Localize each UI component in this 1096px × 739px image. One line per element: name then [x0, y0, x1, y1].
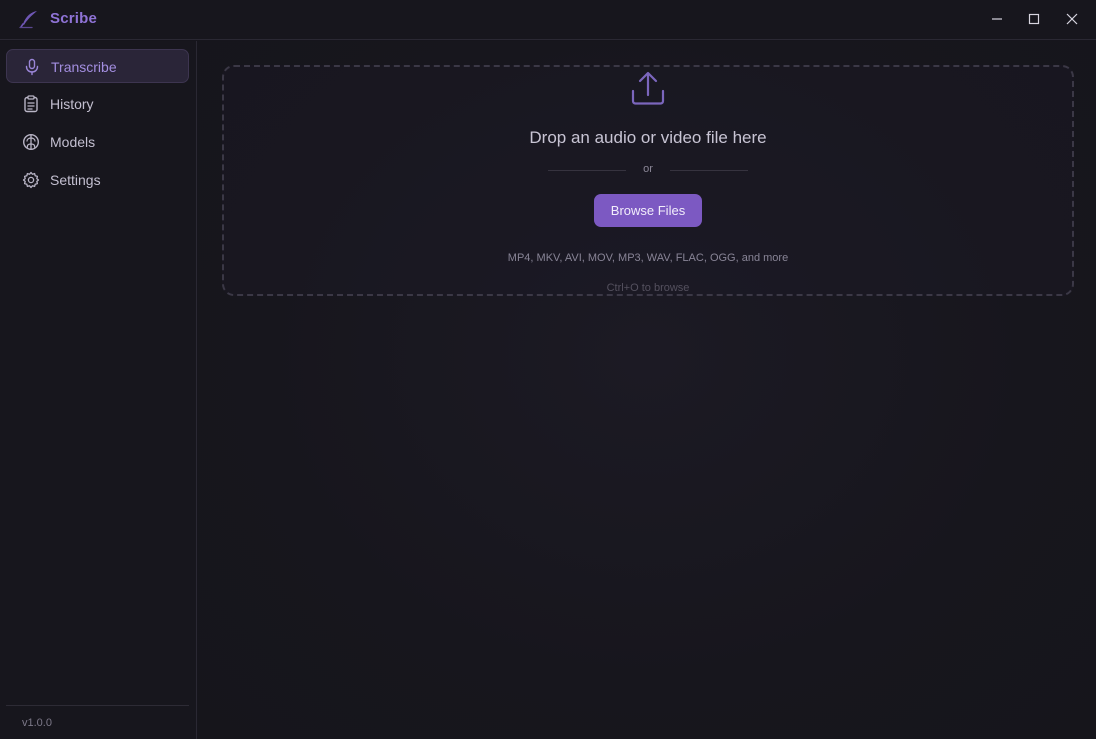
clipboard-icon	[24, 95, 38, 113]
minimize-icon	[992, 18, 1002, 20]
sidebar-item-label: Models	[50, 134, 96, 150]
sidebar-item-label: History	[50, 96, 94, 112]
sidebar-item-models[interactable]: Models	[6, 125, 189, 159]
upload-icon	[631, 71, 665, 105]
maximize-icon	[1028, 13, 1040, 25]
brain-icon	[22, 133, 40, 151]
sidebar-item-settings[interactable]: Settings	[6, 163, 189, 197]
sidebar-item-label: Settings	[50, 172, 101, 188]
separator-text: or	[643, 163, 653, 175]
microphone-icon	[25, 58, 39, 76]
sidebar: Transcribe History Models Settings v1.0.…	[0, 41, 197, 739]
browse-files-button[interactable]: Browse Files	[594, 194, 702, 227]
sidebar-item-history[interactable]: History	[6, 87, 189, 121]
maximize-button[interactable]	[1015, 0, 1053, 38]
main-content: Drop an audio or video file here or Brow…	[198, 41, 1096, 739]
keyboard-shortcut-hint: Ctrl+O to browse	[606, 282, 690, 294]
close-button[interactable]	[1053, 0, 1091, 38]
app-version: v1.0.0	[22, 717, 52, 729]
sidebar-item-label: Transcribe	[51, 59, 117, 75]
sidebar-item-transcribe[interactable]: Transcribe	[6, 49, 189, 83]
close-icon	[1066, 13, 1078, 25]
gear-icon	[22, 171, 40, 189]
separator-line	[670, 170, 748, 171]
file-dropzone[interactable]: Drop an audio or video file here or Brow…	[222, 65, 1074, 296]
dropzone-title: Drop an audio or video file here	[529, 128, 767, 147]
sidebar-divider	[6, 705, 189, 706]
app-title: Scribe	[50, 10, 98, 27]
supported-formats: MP4, MKV, AVI, MOV, MP3, WAV, FLAC, OGG,…	[507, 252, 789, 264]
or-separator: or	[548, 163, 748, 177]
minimize-button[interactable]	[978, 0, 1016, 38]
title-bar: Scribe	[0, 0, 1096, 40]
quill-logo-icon	[19, 11, 37, 29]
